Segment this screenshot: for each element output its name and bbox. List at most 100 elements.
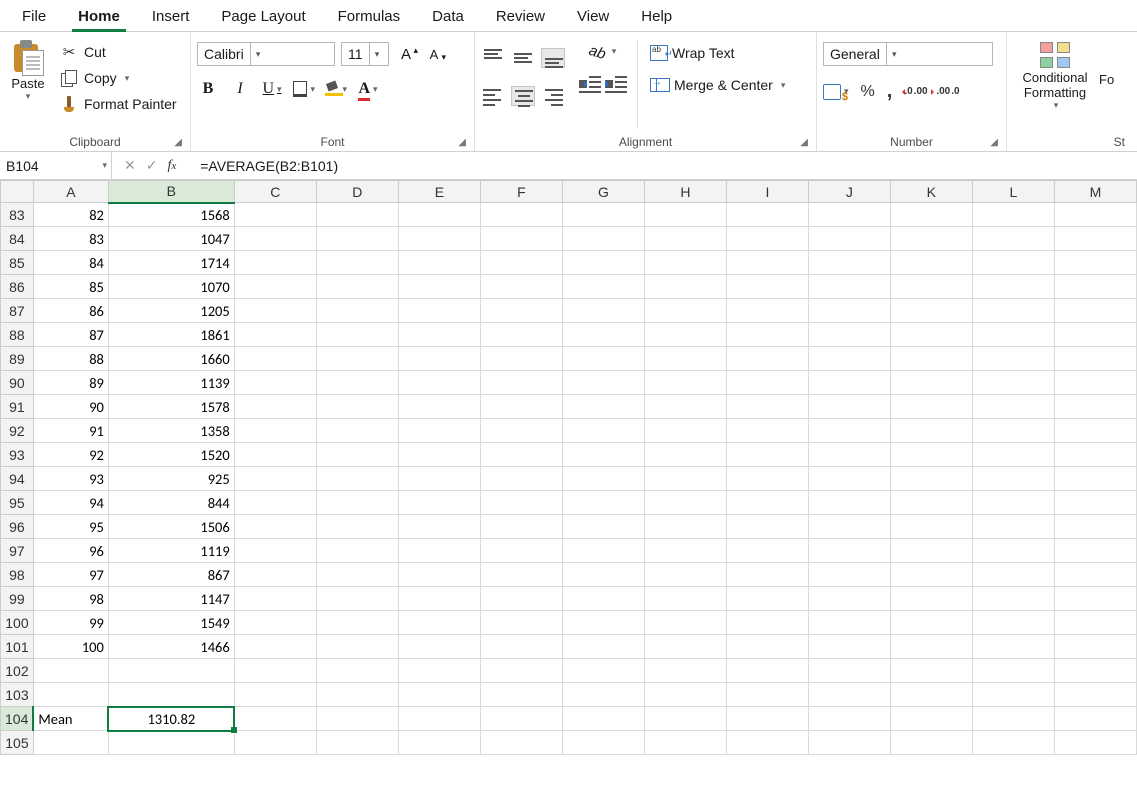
cell[interactable] (972, 347, 1054, 371)
cell[interactable] (972, 683, 1054, 707)
cell[interactable]: 1147 (108, 587, 234, 611)
cell[interactable] (1054, 251, 1136, 275)
cell[interactable]: 93 (33, 467, 108, 491)
row-header[interactable]: 96 (1, 515, 34, 539)
paste-button[interactable]: Paste ▾ (6, 36, 50, 102)
cell[interactable] (890, 227, 972, 251)
cell[interactable] (1054, 467, 1136, 491)
cell[interactable] (890, 419, 972, 443)
cell[interactable] (316, 395, 398, 419)
cell[interactable] (644, 443, 726, 467)
cell[interactable] (316, 467, 398, 491)
cell[interactable] (234, 467, 316, 491)
dialog-launcher-icon[interactable]: ◢ (174, 137, 182, 148)
cell[interactable] (234, 323, 316, 347)
cell[interactable] (234, 707, 316, 731)
cell[interactable] (727, 731, 809, 755)
cell[interactable] (1054, 731, 1136, 755)
select-all-corner[interactable] (1, 181, 34, 203)
cell[interactable] (480, 275, 562, 299)
chevron-down-icon[interactable]: ▾ (612, 46, 617, 57)
cell[interactable] (644, 659, 726, 683)
row-header[interactable]: 86 (1, 275, 34, 299)
cell[interactable] (398, 443, 480, 467)
cell[interactable] (234, 203, 316, 227)
cell[interactable] (234, 419, 316, 443)
cell[interactable] (316, 515, 398, 539)
chevron-down-icon[interactable]: ▾ (369, 43, 385, 65)
row-header[interactable]: 95 (1, 491, 34, 515)
cell[interactable] (644, 371, 726, 395)
cell[interactable] (1054, 419, 1136, 443)
cell[interactable] (1054, 299, 1136, 323)
cell[interactable] (808, 395, 890, 419)
cell[interactable] (1054, 227, 1136, 251)
cell[interactable] (234, 515, 316, 539)
cell[interactable] (316, 251, 398, 275)
cell[interactable] (480, 371, 562, 395)
cell[interactable] (480, 203, 562, 227)
increase-decimal-button[interactable] (904, 86, 924, 97)
cell[interactable] (108, 659, 234, 683)
chevron-down-icon[interactable]: ▾ (102, 160, 107, 171)
cell[interactable]: 1358 (108, 419, 234, 443)
cell[interactable] (890, 323, 972, 347)
cell[interactable] (727, 659, 809, 683)
cell[interactable] (727, 587, 809, 611)
chevron-down-icon[interactable]: ▾ (373, 84, 378, 95)
cell[interactable] (480, 395, 562, 419)
cell[interactable] (890, 635, 972, 659)
cell[interactable] (316, 299, 398, 323)
column-header[interactable]: K (890, 181, 972, 203)
chevron-down-icon[interactable]: ▾ (342, 84, 347, 95)
cell[interactable] (808, 659, 890, 683)
cell[interactable] (398, 683, 480, 707)
cell[interactable] (972, 443, 1054, 467)
cell[interactable] (644, 467, 726, 491)
cell[interactable] (316, 563, 398, 587)
cancel-edit-icon[interactable]: ✕ (124, 157, 136, 174)
cell[interactable]: 1578 (108, 395, 234, 419)
cell[interactable] (972, 395, 1054, 419)
tab-formulas[interactable]: Formulas (322, 2, 417, 31)
cell[interactable] (1054, 371, 1136, 395)
tab-file[interactable]: File (6, 2, 62, 31)
cell[interactable] (562, 539, 644, 563)
cell[interactable] (808, 251, 890, 275)
cell[interactable] (644, 515, 726, 539)
cell[interactable] (644, 275, 726, 299)
cell[interactable] (316, 371, 398, 395)
cell[interactable]: 1139 (108, 371, 234, 395)
cell[interactable] (1054, 539, 1136, 563)
cell[interactable] (562, 683, 644, 707)
cell[interactable] (562, 419, 644, 443)
cell[interactable] (727, 323, 809, 347)
row-header[interactable]: 104 (1, 707, 34, 731)
cell[interactable] (316, 323, 398, 347)
column-header[interactable]: L (972, 181, 1054, 203)
cell[interactable] (972, 419, 1054, 443)
cell[interactable]: 925 (108, 467, 234, 491)
cell[interactable]: 86 (33, 299, 108, 323)
cell[interactable] (480, 419, 562, 443)
row-header[interactable]: 105 (1, 731, 34, 755)
cell[interactable] (1054, 515, 1136, 539)
cell[interactable] (644, 251, 726, 275)
tab-insert[interactable]: Insert (136, 2, 206, 31)
borders-button[interactable]: ▾ (293, 81, 315, 97)
cell[interactable] (890, 395, 972, 419)
cell[interactable] (398, 491, 480, 515)
cell[interactable] (108, 683, 234, 707)
cell[interactable] (727, 443, 809, 467)
cell[interactable] (562, 563, 644, 587)
cell[interactable] (316, 419, 398, 443)
cell[interactable] (480, 683, 562, 707)
cell[interactable] (808, 515, 890, 539)
cell[interactable] (398, 587, 480, 611)
cell[interactable]: 96 (33, 539, 108, 563)
row-header[interactable]: 84 (1, 227, 34, 251)
formula-input[interactable]: =AVERAGE(B2:B101) (194, 158, 1137, 174)
chevron-down-icon[interactable]: ▾ (277, 84, 282, 95)
cell[interactable] (808, 371, 890, 395)
cell[interactable]: 1549 (108, 611, 234, 635)
